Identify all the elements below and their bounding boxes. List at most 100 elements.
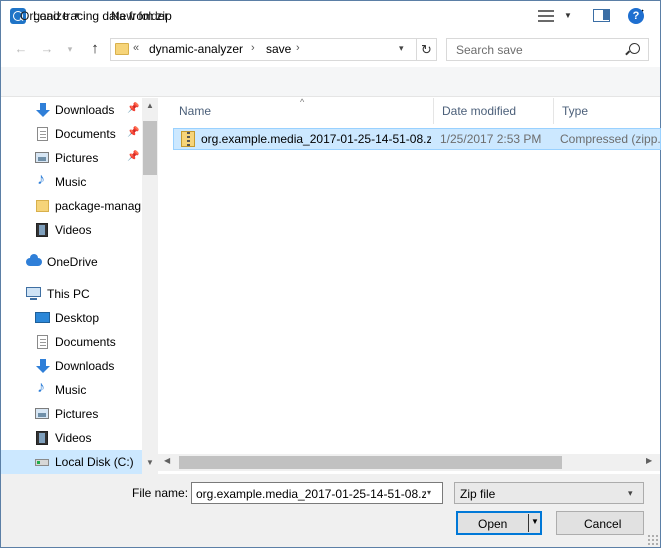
sidebar-item-desktop[interactable]: Desktop: [1, 306, 142, 330]
sort-ascending-icon: ^: [300, 97, 305, 107]
breadcrumb-dynamic-analyzer[interactable]: dynamic-analyzer: [149, 42, 243, 56]
file-name-label: File name:: [132, 486, 189, 500]
sidebar-item-label: package-manag: [55, 199, 142, 213]
sidebar-item-label: Videos: [55, 431, 92, 445]
file-name-input[interactable]: org.example.media_2017-01-25-14-51-08.zi…: [191, 482, 443, 504]
videos-icon: [36, 223, 48, 237]
zip-folder-icon: [181, 131, 195, 147]
preview-pane-icon[interactable]: [593, 9, 610, 22]
onedrive-icon: [26, 254, 42, 266]
pictures-icon: [35, 152, 49, 163]
sidebar-item-videos-pc[interactable]: Videos: [1, 426, 142, 450]
search-icon[interactable]: [629, 43, 640, 54]
sidebar-item-label: Pictures: [55, 407, 99, 421]
pin-icon: 📌: [127, 103, 140, 114]
scroll-left-icon[interactable]: ◀: [164, 456, 170, 465]
open-button[interactable]: Open ▼: [456, 511, 542, 535]
folder-icon: [115, 43, 129, 55]
sidebar-item-downloads[interactable]: Downloads 📌: [1, 98, 142, 122]
sidebar-item-documents[interactable]: Documents 📌: [1, 122, 142, 146]
breadcrumb-save[interactable]: save: [266, 42, 291, 56]
scroll-right-icon[interactable]: ▶: [646, 456, 652, 465]
back-button[interactable]: ←: [11, 39, 31, 59]
sidebar-item-music[interactable]: ♪ Music: [1, 170, 142, 194]
file-type-filter-select[interactable]: Zip file ▾: [454, 482, 644, 504]
sidebar-item-label: Music: [55, 383, 87, 397]
sidebar-item-pictures-pc[interactable]: Pictures: [1, 402, 142, 426]
sidebar-item-label: Local Disk (C:): [55, 455, 134, 469]
file-open-dialog: Load tracing data from zip ✕ ← → ▾ ↑ « d…: [0, 0, 661, 548]
breadcrumb-separator-icon[interactable]: ›: [251, 42, 255, 54]
cancel-button[interactable]: Cancel: [556, 511, 644, 535]
sidebar-item-label: Videos: [55, 223, 92, 237]
forward-button[interactable]: →: [37, 39, 57, 59]
chevron-down-icon[interactable]: ▾: [427, 488, 431, 497]
file-list: Name Date modified Type: [171, 98, 660, 474]
table-row[interactable]: org.example.media_2017-01-25-14-51-08.zi…: [173, 128, 661, 150]
sidebar-item-documents-pc[interactable]: Documents: [1, 330, 142, 354]
column-header-type[interactable]: Type: [554, 98, 660, 124]
sidebar-item-local-disk[interactable]: Local Disk (C:): [1, 450, 142, 474]
sidebar-item-this-pc[interactable]: This PC: [1, 282, 142, 306]
address-bar[interactable]: « dynamic-analyzer › save › ▾ ↻: [110, 38, 437, 61]
sidebar-item-music-pc[interactable]: ♪ Music: [1, 378, 142, 402]
new-folder-button[interactable]: New folder: [111, 9, 168, 23]
file-date-cell: 1/25/2017 2:53 PM: [440, 132, 542, 146]
scroll-up-icon[interactable]: ▲: [142, 99, 158, 113]
music-icon: ♪: [37, 171, 45, 188]
sidebar-item-package-manag[interactable]: package-manag: [1, 194, 142, 218]
scroll-down-icon[interactable]: ▼: [142, 456, 158, 470]
sidebar-item-label: OneDrive: [47, 255, 98, 269]
address-dropdown-icon[interactable]: ▾: [399, 43, 404, 54]
open-options-button[interactable]: ▼: [528, 514, 541, 532]
file-name-cell: org.example.media_2017-01-25-14-51-08.zi…: [201, 132, 431, 146]
recent-locations-button[interactable]: ▾: [62, 39, 78, 59]
pin-icon: 📌: [127, 151, 140, 162]
local-disk-icon: [35, 459, 49, 466]
sidebar-item-label: Music: [55, 175, 87, 189]
file-type-filter-value: Zip file: [460, 487, 496, 501]
chevron-down-icon[interactable]: ▾: [628, 488, 633, 499]
sidebar-item-pictures[interactable]: Pictures 📌: [1, 146, 142, 170]
sidebar-item-label: Pictures: [55, 151, 99, 165]
refresh-button[interactable]: ↻: [416, 39, 436, 60]
command-toolbar: [1, 67, 660, 97]
breadcrumb-overflow-icon[interactable]: «: [133, 42, 139, 54]
search-placeholder: Search save: [456, 43, 523, 57]
title-bar: Load tracing data from zip ✕: [1, 1, 660, 31]
pin-icon: 📌: [127, 127, 140, 138]
desktop-icon: [35, 312, 50, 323]
navigation-pane: Downloads 📌 Documents 📌 Pictures 📌 ♪ Mus…: [1, 98, 158, 474]
breadcrumb-separator-icon[interactable]: ›: [296, 42, 300, 54]
sidebar-item-label: Documents: [55, 335, 116, 349]
sidebar-scroll-thumb[interactable]: [143, 121, 157, 175]
open-button-label: Open: [478, 517, 508, 531]
sidebar-item-onedrive[interactable]: OneDrive: [1, 250, 142, 274]
folder-icon: [36, 200, 49, 212]
chevron-down-icon: ▼: [531, 517, 539, 526]
document-icon: [37, 335, 48, 349]
sidebar-item-videos[interactable]: Videos: [1, 218, 142, 242]
column-header-label: Name: [179, 104, 212, 118]
sidebar-item-label: Desktop: [55, 311, 100, 325]
this-pc-icon: [26, 287, 41, 300]
organize-button[interactable]: Organize: [20, 9, 69, 23]
column-header-label: Type: [562, 104, 589, 118]
cancel-button-label: Cancel: [584, 517, 622, 531]
file-type-cell: Compressed (zipp...: [560, 132, 661, 146]
search-input[interactable]: Search save: [446, 38, 649, 61]
up-button[interactable]: ↑: [85, 39, 105, 59]
chevron-down-icon[interactable]: ▼: [73, 11, 81, 20]
sidebar-item-downloads-pc[interactable]: Downloads: [1, 354, 142, 378]
resize-grip-icon[interactable]: [647, 534, 659, 546]
view-options-icon[interactable]: [538, 10, 554, 22]
download-icon: [36, 103, 50, 117]
sidebar-item-label: This PC: [47, 287, 90, 301]
column-header-date-modified[interactable]: Date modified: [434, 98, 554, 124]
help-icon[interactable]: ?: [628, 8, 644, 24]
file-name-value: org.example.media_2017-01-25-14-51-08.zi…: [196, 487, 426, 501]
document-icon: [37, 127, 48, 141]
sidebar-item-label: Downloads: [55, 103, 115, 117]
horizontal-scroll-thumb[interactable]: [179, 456, 562, 469]
chevron-down-icon[interactable]: ▼: [564, 11, 572, 20]
